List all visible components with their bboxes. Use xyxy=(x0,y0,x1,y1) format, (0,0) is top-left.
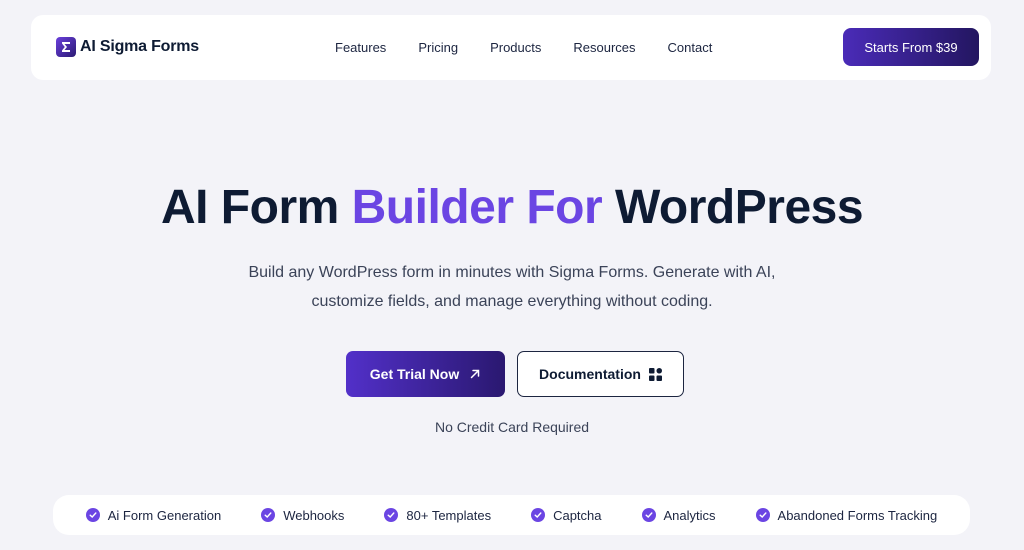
documentation-button[interactable]: Documentation xyxy=(517,351,684,397)
main-nav: Features Pricing Products Resources Cont… xyxy=(335,40,744,55)
documentation-label: Documentation xyxy=(539,366,641,382)
hero-subtitle-line1: Build any WordPress form in minutes with… xyxy=(248,264,776,281)
check-circle-icon xyxy=(85,508,100,522)
hero-subtitle: Build any WordPress form in minutes with… xyxy=(212,258,812,316)
nav-pricing[interactable]: Pricing xyxy=(418,40,458,55)
check-circle-icon xyxy=(641,508,656,522)
feature-label: Captcha xyxy=(553,507,602,523)
brand-name: AI Sigma Forms xyxy=(80,38,200,55)
top-navigation-bar: AI Sigma Forms Features Pricing Products… xyxy=(31,15,991,80)
feature-label: Abandoned Forms Tracking xyxy=(777,507,938,523)
grid-icon xyxy=(648,367,662,381)
brand-logo[interactable]: AI Sigma Forms xyxy=(56,37,199,57)
get-trial-label: Get Trial Now xyxy=(369,366,460,382)
feature-item: Webhooks xyxy=(261,508,344,523)
feature-label: Webhooks xyxy=(283,507,345,523)
no-credit-card-note: No Credit Card Required xyxy=(434,419,590,435)
hero-title-accent: Builder For xyxy=(351,181,603,234)
feature-label: 80+ Templates xyxy=(406,507,492,523)
nav-contact[interactable]: Contact xyxy=(668,40,713,55)
hero-title-part1: AI Form xyxy=(160,181,352,234)
feature-item: Analytics xyxy=(641,507,716,523)
feature-highlights-bar: Ai Form Generation Webhooks 80+ Template… xyxy=(53,495,970,535)
feature-item: Ai Form Generation xyxy=(85,507,222,523)
check-circle-icon xyxy=(755,508,770,522)
feature-label: Analytics xyxy=(663,507,716,523)
hero-title: AI Form Builder For WordPress xyxy=(0,180,1024,235)
feature-item: Captcha xyxy=(531,507,602,523)
check-circle-icon xyxy=(261,508,276,522)
sigma-forms-logo-icon xyxy=(56,37,76,57)
feature-item: 80+ Templates xyxy=(384,508,491,523)
nav-features[interactable]: Features xyxy=(335,40,386,55)
hero-title-part2: WordPress xyxy=(602,181,864,234)
nav-products[interactable]: Products xyxy=(490,40,541,55)
feature-item: Abandoned Forms Tracking xyxy=(755,507,938,523)
arrow-up-right-icon xyxy=(470,369,480,379)
get-trial-button[interactable]: Get Trial Now xyxy=(346,351,505,397)
check-circle-icon xyxy=(384,508,399,522)
hero-subtitle-line2: customize fields, and manage everything … xyxy=(311,293,713,310)
nav-resources[interactable]: Resources xyxy=(573,40,635,55)
starts-from-price-button[interactable]: Starts From $39 xyxy=(843,28,979,66)
check-circle-icon xyxy=(531,508,546,522)
feature-label: Ai Form Generation xyxy=(107,507,222,523)
